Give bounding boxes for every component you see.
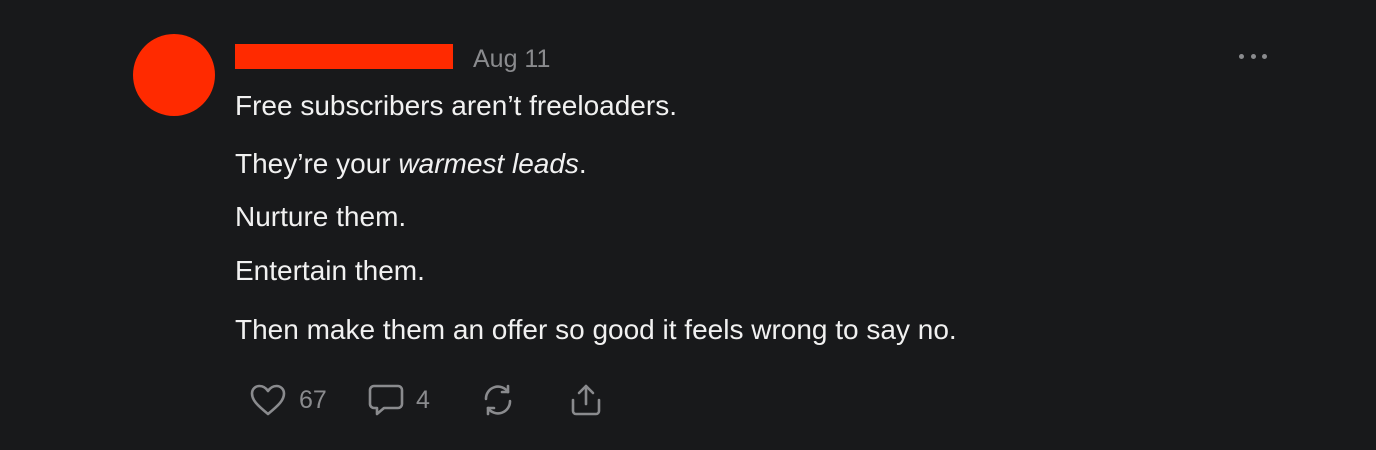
- ellipsis-dot: [1262, 53, 1267, 59]
- share-button[interactable]: [568, 380, 604, 420]
- share-icon: [571, 384, 601, 416]
- restack-button[interactable]: [480, 380, 516, 420]
- comment-count: 4: [416, 385, 430, 414]
- post-date[interactable]: Aug 11: [473, 44, 550, 74]
- body-line-2-emphasis: warmest leads: [398, 148, 579, 179]
- body-line-2-prefix: They’re your: [235, 148, 399, 179]
- body-line-2: They’re your warmest leads.: [235, 147, 587, 181]
- restack-icon: [484, 384, 512, 416]
- like-button[interactable]: 67: [249, 380, 327, 420]
- body-line-2-suffix: .: [578, 148, 587, 179]
- ellipsis-dot: [1250, 53, 1256, 59]
- action-bar: 67 4: [0, 380, 700, 420]
- note-card: Aug 11 Free subscribers aren’t freeloade…: [0, 0, 1376, 450]
- body-line-3: Nurture them.: [235, 201, 407, 232]
- body-line-1: Free subscribers aren’t freeloaders.: [235, 90, 677, 121]
- heart-icon: [250, 384, 286, 416]
- like-count: 67: [299, 385, 327, 414]
- author-name-redacted[interactable]: [235, 44, 453, 69]
- ellipsis-icon: [1239, 53, 1244, 59]
- body-line-5: Then make them an offer so good it feels…: [235, 314, 957, 345]
- more-options-button[interactable]: [1236, 46, 1270, 66]
- avatar[interactable]: [133, 34, 215, 116]
- comment-bubble-icon: [368, 384, 404, 416]
- comment-button[interactable]: 4: [368, 380, 430, 420]
- body-line-4: Entertain them.: [235, 255, 425, 286]
